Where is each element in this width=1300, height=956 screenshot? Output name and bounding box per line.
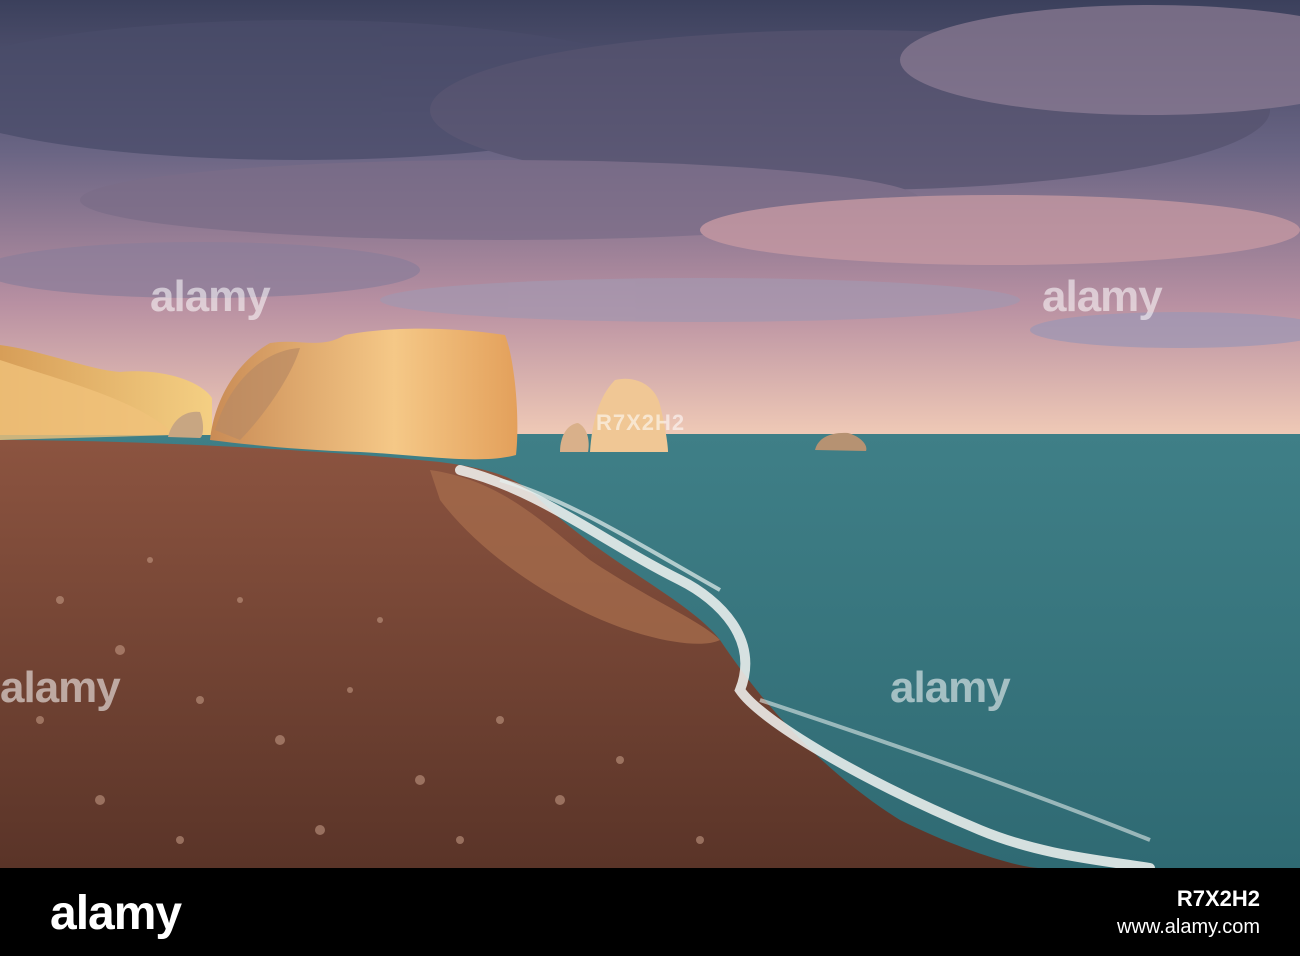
photo-scene <box>0 0 1300 868</box>
footer-brand-logo: alamy <box>50 887 182 940</box>
footer-bar: alamy R7X2H2 www.alamy.com <box>0 868 1300 956</box>
beach-photo: alamy alamy alamy alamy R7X2H2 <box>0 0 1300 868</box>
footer-meta: R7X2H2 www.alamy.com <box>1117 886 1260 939</box>
footer-image-id: R7X2H2 <box>1176 886 1260 911</box>
footer-url: www.alamy.com <box>1117 916 1260 938</box>
